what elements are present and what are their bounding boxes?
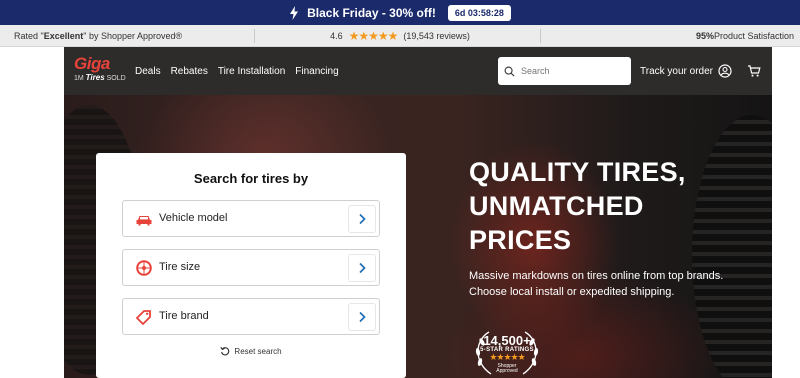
brand-line: Approved <box>496 368 518 374</box>
nav-financing[interactable]: Financing <box>295 66 338 77</box>
divider <box>254 29 255 43</box>
reset-search-button[interactable]: Reset search <box>96 346 406 356</box>
search-by-brand-button[interactable]: Tire brand <box>122 298 380 335</box>
cart-icon[interactable] <box>747 64 761 78</box>
logo-sub-bold: Tires <box>85 73 105 82</box>
logo-text: Giga <box>74 54 110 73</box>
logo-sub-suffix: SOLD <box>104 75 126 82</box>
option-label: Vehicle model <box>159 212 228 224</box>
search-icon <box>504 66 515 77</box>
tire-icon <box>136 260 152 276</box>
giga-tires-logo[interactable]: Giga 1M Tires SOLD <box>74 55 134 89</box>
promo-text: Black Friday - 30% off! <box>307 5 436 20</box>
satisfaction-label: Product Satisfaction <box>713 30 794 41</box>
chevron-right-icon[interactable] <box>348 303 376 331</box>
car-icon <box>136 216 152 226</box>
divider <box>540 29 541 43</box>
hero-banner: Search for tires by Vehicle model Tire s… <box>64 95 772 378</box>
score-value: 4.6 <box>330 30 343 41</box>
reset-label: Reset search <box>234 346 282 356</box>
tire-search-card: Search for tires by Vehicle model Tire s… <box>96 153 406 378</box>
tag-icon <box>135 310 151 325</box>
site-header: Giga 1M Tires SOLD Deals Rebates Tire In… <box>64 47 772 95</box>
chevron-right-icon[interactable] <box>348 254 376 282</box>
rating-bar: Rated " Excellent " by Shopper Approved® 4… <box>0 25 800 47</box>
search-by-vehicle-button[interactable]: Vehicle model <box>122 200 380 237</box>
promo-bar[interactable]: Black Friday - 30% off! 6d 03:58:28 <box>0 0 800 25</box>
subtext-line: Choose local install or expedited shippi… <box>469 286 675 298</box>
star-rating-icon: ★★★★★ <box>348 28 399 43</box>
countdown-timer: 6d 03:58:28 <box>447 4 511 21</box>
shopper-approved-logo: Shopper Approved <box>467 364 547 374</box>
review-count: (19,543 reviews) <box>403 30 470 41</box>
product-satisfaction: 95% Product Satisfaction <box>696 25 794 46</box>
chevron-right-icon[interactable] <box>348 205 376 233</box>
nav-rebates[interactable]: Rebates <box>171 66 208 77</box>
reset-icon <box>220 346 230 356</box>
option-label: Tire size <box>159 261 201 273</box>
search-box[interactable] <box>498 57 631 85</box>
hero-subtext: Massive markdowns on tires online from t… <box>469 268 723 300</box>
shopper-approved-rating: Rated " Excellent " by Shopper Approved® <box>14 25 182 46</box>
rated-suffix: " by Shopper Approved® <box>83 30 183 41</box>
badge-stars-icon: ★★★★★ <box>489 352 525 362</box>
logo-sub-prefix: 1M <box>74 75 86 82</box>
search-input[interactable] <box>521 66 621 76</box>
satisfaction-percent: 95% <box>695 30 714 41</box>
ratings-count: 14,500+ <box>483 333 531 348</box>
logo-tagline: 1M Tires SOLD <box>74 73 134 82</box>
nav-deals[interactable]: Deals <box>135 66 161 77</box>
hero-headline: QUALITY TIRES, UNMATCHED PRICES <box>469 155 686 257</box>
hero-background-tire <box>692 115 772 378</box>
search-by-size-button[interactable]: Tire size <box>122 249 380 286</box>
ratings-badge: 14,500+ 5-STAR RATINGS ★★★★★ Shopper Appr… <box>467 324 547 378</box>
subtext-line: Massive markdowns on tires online from t… <box>469 270 724 282</box>
nav-tire-installation[interactable]: Tire Installation <box>218 66 285 77</box>
rated-word: Excellent <box>43 30 84 41</box>
account-icon[interactable] <box>718 64 732 78</box>
main-nav: Deals Rebates Tire Installation Financin… <box>135 47 339 95</box>
option-label: Tire brand <box>159 310 209 322</box>
headline-line: QUALITY TIRES, <box>469 157 686 187</box>
track-order-link[interactable]: Track your order <box>640 47 713 95</box>
headline-line: PRICES <box>469 225 572 255</box>
lightning-icon <box>290 5 299 20</box>
rated-prefix: Rated " <box>14 30 44 41</box>
search-card-title: Search for tires by <box>193 171 309 186</box>
headline-line: UNMATCHED <box>469 191 644 221</box>
